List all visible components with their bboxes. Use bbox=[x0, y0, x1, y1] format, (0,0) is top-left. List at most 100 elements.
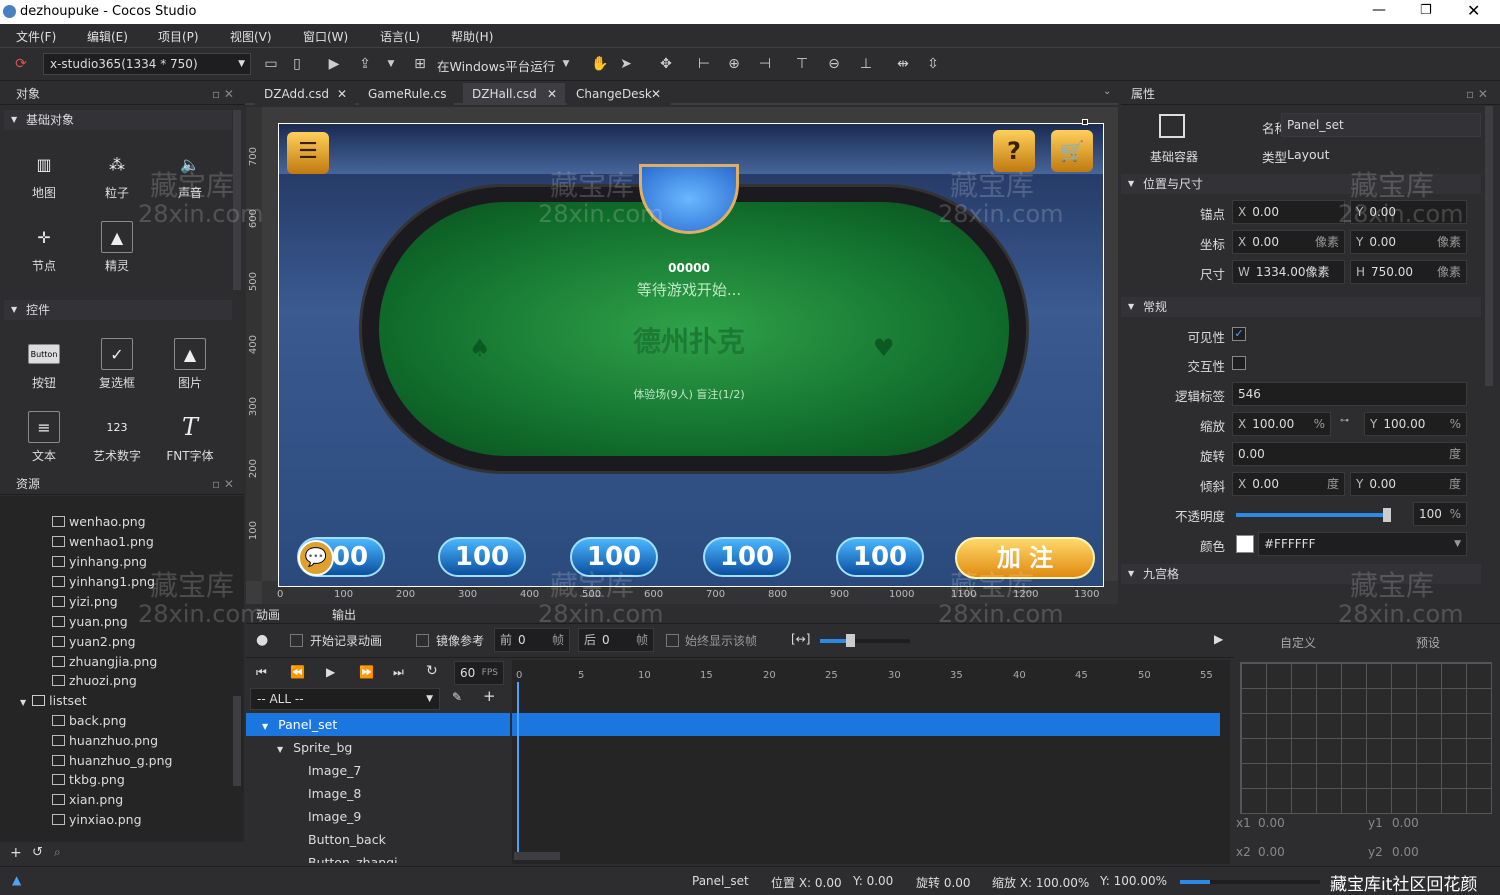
tab-animation[interactable]: 动画 bbox=[256, 606, 280, 623]
publish-dropdown-icon[interactable]: ▼ bbox=[381, 54, 401, 74]
coord-y-field[interactable]: Y 0.00 像素 bbox=[1350, 230, 1467, 254]
zoom-slider[interactable] bbox=[820, 639, 910, 643]
next-frame-icon[interactable]: ⏩ bbox=[359, 665, 374, 679]
portrait-icon[interactable]: ▯ bbox=[287, 54, 307, 74]
skew-x-field[interactable]: X 0.00 度 bbox=[1232, 472, 1345, 496]
folder-item[interactable]: ▼ listset bbox=[20, 691, 87, 711]
bet-button-5[interactable]: 100 bbox=[836, 537, 924, 577]
common-section[interactable]: ▼ 常规 bbox=[1121, 297, 1481, 317]
timeline-node[interactable]: Image_7 bbox=[246, 759, 510, 782]
resolution-select[interactable]: x-studio365(1334 * 750) ▼ bbox=[43, 53, 251, 75]
controls-section[interactable]: ▼ 控件 bbox=[4, 300, 232, 320]
tool-sound[interactable]: 🔈 声音 bbox=[160, 148, 220, 201]
landscape-icon[interactable]: ▭ bbox=[261, 54, 281, 74]
objects-scrollbar[interactable] bbox=[233, 110, 241, 290]
tab-preset[interactable]: 预设 bbox=[1416, 634, 1440, 651]
opacity-slider-handle[interactable] bbox=[1383, 508, 1391, 522]
file-item[interactable]: huanzhuo.png bbox=[52, 731, 158, 751]
tab-dzadd[interactable]: DZAdd.csd ✕ bbox=[255, 83, 355, 105]
mirror-checkbox[interactable] bbox=[416, 634, 429, 647]
tool-text[interactable]: ≡ 文本 bbox=[14, 411, 74, 464]
ninegrid-section[interactable]: ▼ 九宫格 bbox=[1121, 564, 1481, 584]
x1-value[interactable]: 0.00 bbox=[1258, 816, 1285, 830]
menu-window[interactable]: 窗口(W) bbox=[303, 28, 348, 45]
link-icon[interactable]: ⊶ bbox=[1340, 416, 1349, 426]
fps-field[interactable]: 60 FPS bbox=[454, 661, 504, 685]
visible-checkbox[interactable]: ✓ bbox=[1232, 327, 1246, 341]
record-icon[interactable]: ● bbox=[256, 632, 268, 648]
rotate-field[interactable]: 0.00 度 bbox=[1232, 442, 1467, 466]
timeline-node[interactable]: Image_8 bbox=[246, 782, 510, 805]
properties-scrollbar[interactable] bbox=[1485, 106, 1493, 386]
curve-graph[interactable] bbox=[1240, 662, 1492, 814]
close-button[interactable]: ✕ bbox=[1467, 1, 1480, 20]
first-frame-icon[interactable]: ⏮ bbox=[256, 665, 267, 680]
prev-frame-icon[interactable]: ⏪ bbox=[290, 665, 305, 679]
distribute-h-icon[interactable]: ⇹ bbox=[893, 54, 913, 74]
timeline-node[interactable]: Button_zhangi bbox=[246, 851, 510, 863]
menu-icon[interactable]: ☰ bbox=[287, 132, 329, 174]
close-icon[interactable]: ✕ bbox=[651, 83, 661, 105]
menu-language[interactable]: 语言(L) bbox=[380, 28, 420, 45]
hand-tool-icon[interactable]: ✋ bbox=[590, 54, 610, 74]
prev-frames-field[interactable]: 前0 帧 bbox=[494, 628, 570, 652]
node-filter-select[interactable]: -- ALL -- ▼ bbox=[250, 688, 440, 710]
align-hcenter-icon[interactable]: ⊕ bbox=[724, 54, 744, 74]
menu-view[interactable]: 视图(V) bbox=[230, 28, 272, 45]
tab-changedesk[interactable]: ChangeDesk ✕ bbox=[567, 83, 671, 105]
run-windows-button[interactable]: 在Windows平台运行 bbox=[437, 56, 555, 75]
bet-button-2[interactable]: 100 bbox=[438, 537, 526, 577]
file-item[interactable]: yinxiao.png bbox=[52, 810, 142, 830]
zoom-slider-handle[interactable] bbox=[846, 634, 855, 647]
size-w-field[interactable]: W 1334.00像素 bbox=[1232, 260, 1345, 284]
tool-button[interactable]: Button 按钮 bbox=[14, 338, 74, 391]
search-icon[interactable]: ⌕ bbox=[54, 845, 61, 860]
file-item[interactable]: yuan.png bbox=[52, 612, 128, 632]
y2-value[interactable]: 0.00 bbox=[1392, 845, 1419, 859]
tool-node[interactable]: ✛ 节点 bbox=[14, 221, 74, 274]
size-h-unit[interactable]: 像素 bbox=[1437, 261, 1461, 283]
file-item[interactable]: wenhao.png bbox=[52, 512, 146, 532]
opacity-field[interactable]: 100% bbox=[1413, 502, 1467, 526]
maximize-button[interactable]: ❐ bbox=[1420, 3, 1432, 18]
menu-project[interactable]: 项目(P) bbox=[158, 28, 199, 45]
resources-scrollbar[interactable] bbox=[233, 696, 241, 786]
timeline-tracks[interactable]: 0 5 10 15 20 25 30 35 40 45 50 55 bbox=[512, 660, 1230, 864]
tool-artnum[interactable]: 123 艺术数字 bbox=[87, 411, 147, 464]
opacity-slider[interactable] bbox=[1236, 513, 1386, 517]
coord-y-unit[interactable]: 像素 bbox=[1437, 231, 1461, 253]
tab-dzhall[interactable]: DZHall.csd ✕ bbox=[463, 83, 565, 105]
run-dropdown-icon[interactable]: ▼ bbox=[556, 54, 576, 74]
tool-map[interactable]: ▥ 地图 bbox=[14, 148, 74, 201]
playhead[interactable] bbox=[517, 682, 519, 852]
position-size-section[interactable]: ▼ 位置与尺寸 bbox=[1121, 174, 1481, 194]
align-vcenter-icon[interactable]: ⊖ bbox=[824, 54, 844, 74]
skew-y-field[interactable]: Y 0.00 度 bbox=[1350, 472, 1467, 496]
last-frame-icon[interactable]: ⏭ bbox=[393, 665, 404, 680]
tool-fnt[interactable]: T FNT字体 bbox=[160, 411, 220, 464]
file-item[interactable]: zhuangjia.png bbox=[52, 652, 157, 672]
tab-gamerule[interactable]: GameRule.cs bbox=[359, 83, 454, 105]
menu-help[interactable]: 帮助(H) bbox=[451, 28, 493, 45]
zoom-slider-status[interactable] bbox=[1180, 880, 1320, 884]
coord-x-unit[interactable]: 像素 bbox=[1315, 231, 1339, 253]
shop-cart-icon[interactable]: 🛒 bbox=[1051, 130, 1093, 172]
add-icon[interactable]: + bbox=[10, 845, 22, 861]
timeline-node[interactable]: Button_back bbox=[246, 828, 510, 851]
bet-button-3[interactable]: 100 bbox=[570, 537, 658, 577]
fit-icon[interactable]: [↔] bbox=[791, 632, 810, 646]
menu-file[interactable]: 文件(F) bbox=[16, 28, 56, 45]
interact-checkbox[interactable] bbox=[1232, 356, 1246, 370]
canvas-area[interactable]: 700 600 500 400 300 200 100 0 100 200 30… bbox=[246, 107, 1118, 605]
file-item[interactable]: zhuozi.png bbox=[52, 671, 137, 691]
timeline-h-scrollbar[interactable] bbox=[514, 852, 560, 860]
windows-icon[interactable]: ⊞ bbox=[410, 54, 430, 74]
distribute-v-icon[interactable]: ⇳ bbox=[923, 54, 943, 74]
y1-value[interactable]: 0.00 bbox=[1392, 816, 1419, 830]
file-item[interactable]: huanzhuo_g.png bbox=[52, 751, 172, 771]
refresh-icon[interactable]: ⟳ bbox=[11, 54, 31, 74]
tab-output[interactable]: 输出 bbox=[332, 606, 356, 623]
record-checkbox[interactable] bbox=[290, 634, 303, 647]
refresh-resources-icon[interactable]: ↺ bbox=[32, 845, 43, 860]
move-icon[interactable]: ✥ bbox=[656, 54, 676, 74]
